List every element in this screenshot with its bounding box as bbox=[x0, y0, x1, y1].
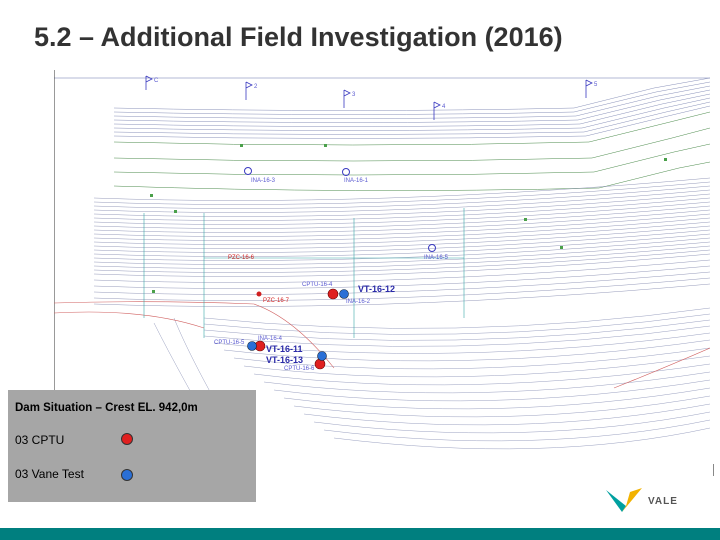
survey-symbols bbox=[150, 144, 667, 293]
marker-label-3: 3 bbox=[352, 92, 356, 98]
legend-cptu-label: 03 CPTU bbox=[15, 433, 65, 447]
vt-16-13-point bbox=[317, 351, 327, 361]
cptu-16-5-label: CPTU-16-5 bbox=[214, 340, 245, 346]
contour-lines-upper bbox=[113, 77, 710, 139]
cptu-16-6-label: CPTU-16-6 bbox=[284, 366, 315, 372]
vt-16-12-point bbox=[339, 289, 349, 299]
contour-lines-mid bbox=[93, 177, 710, 307]
cptu-16-4-label: CPTU-16-4 bbox=[302, 282, 333, 288]
vale-logo-text: VALE bbox=[648, 496, 678, 507]
marker-label-4: 4 bbox=[442, 104, 446, 110]
vt-16-11-label: VT-16-11 bbox=[266, 344, 303, 354]
instrument-ina-16-3: INA-16-3 bbox=[244, 167, 276, 184]
footer-bar bbox=[0, 528, 720, 540]
legend-heading: Dam Situation – Crest EL. 942,0m bbox=[15, 402, 198, 414]
legend-box: Dam Situation – Crest EL. 942,0m 03 CPTU… bbox=[8, 390, 256, 502]
svg-text:INA-16-5: INA-16-5 bbox=[424, 255, 449, 261]
svg-text:PZC-16-7: PZC-16-7 bbox=[263, 298, 290, 304]
legend-vane-dot bbox=[121, 469, 133, 481]
svg-text:INA-16-1: INA-16-1 bbox=[344, 178, 369, 184]
instrument-pzc-16-7: PZC-16-7 bbox=[256, 291, 290, 304]
marker-label-5: 5 bbox=[594, 82, 598, 88]
svg-text:PZC-16-6: PZC-16-6 bbox=[228, 255, 255, 261]
vt-16-12-label: VT-16-12 bbox=[358, 284, 395, 294]
marker-label-2: 2 bbox=[254, 84, 258, 90]
page-title: 5.2 – Additional Field Investigation (20… bbox=[34, 22, 563, 52]
instrument-ina-16-1: INA-16-1 bbox=[342, 168, 369, 184]
vale-logo: VALE bbox=[602, 484, 682, 516]
svg-text:INA-16-3: INA-16-3 bbox=[251, 178, 276, 184]
legend-vane-label: 03 Vane Test bbox=[15, 467, 84, 481]
vt-16-13-label: VT-16-13 bbox=[266, 355, 303, 365]
instrument-pzc-16-6: PZC-16-6 bbox=[228, 255, 255, 261]
cptu-16-4-point bbox=[327, 288, 339, 300]
marker-label-c: C bbox=[154, 78, 159, 84]
boundary-lines bbox=[54, 301, 710, 389]
vale-logo-icon bbox=[606, 488, 642, 512]
ina-16-2-label: INA-16-2 bbox=[346, 299, 371, 305]
corner-tick bbox=[713, 464, 714, 476]
ina-16-4-label: INA-16-4 bbox=[258, 336, 283, 342]
legend-cptu-dot bbox=[121, 433, 133, 445]
contour-lines-green bbox=[113, 111, 710, 191]
vt-16-11-point bbox=[247, 341, 257, 351]
